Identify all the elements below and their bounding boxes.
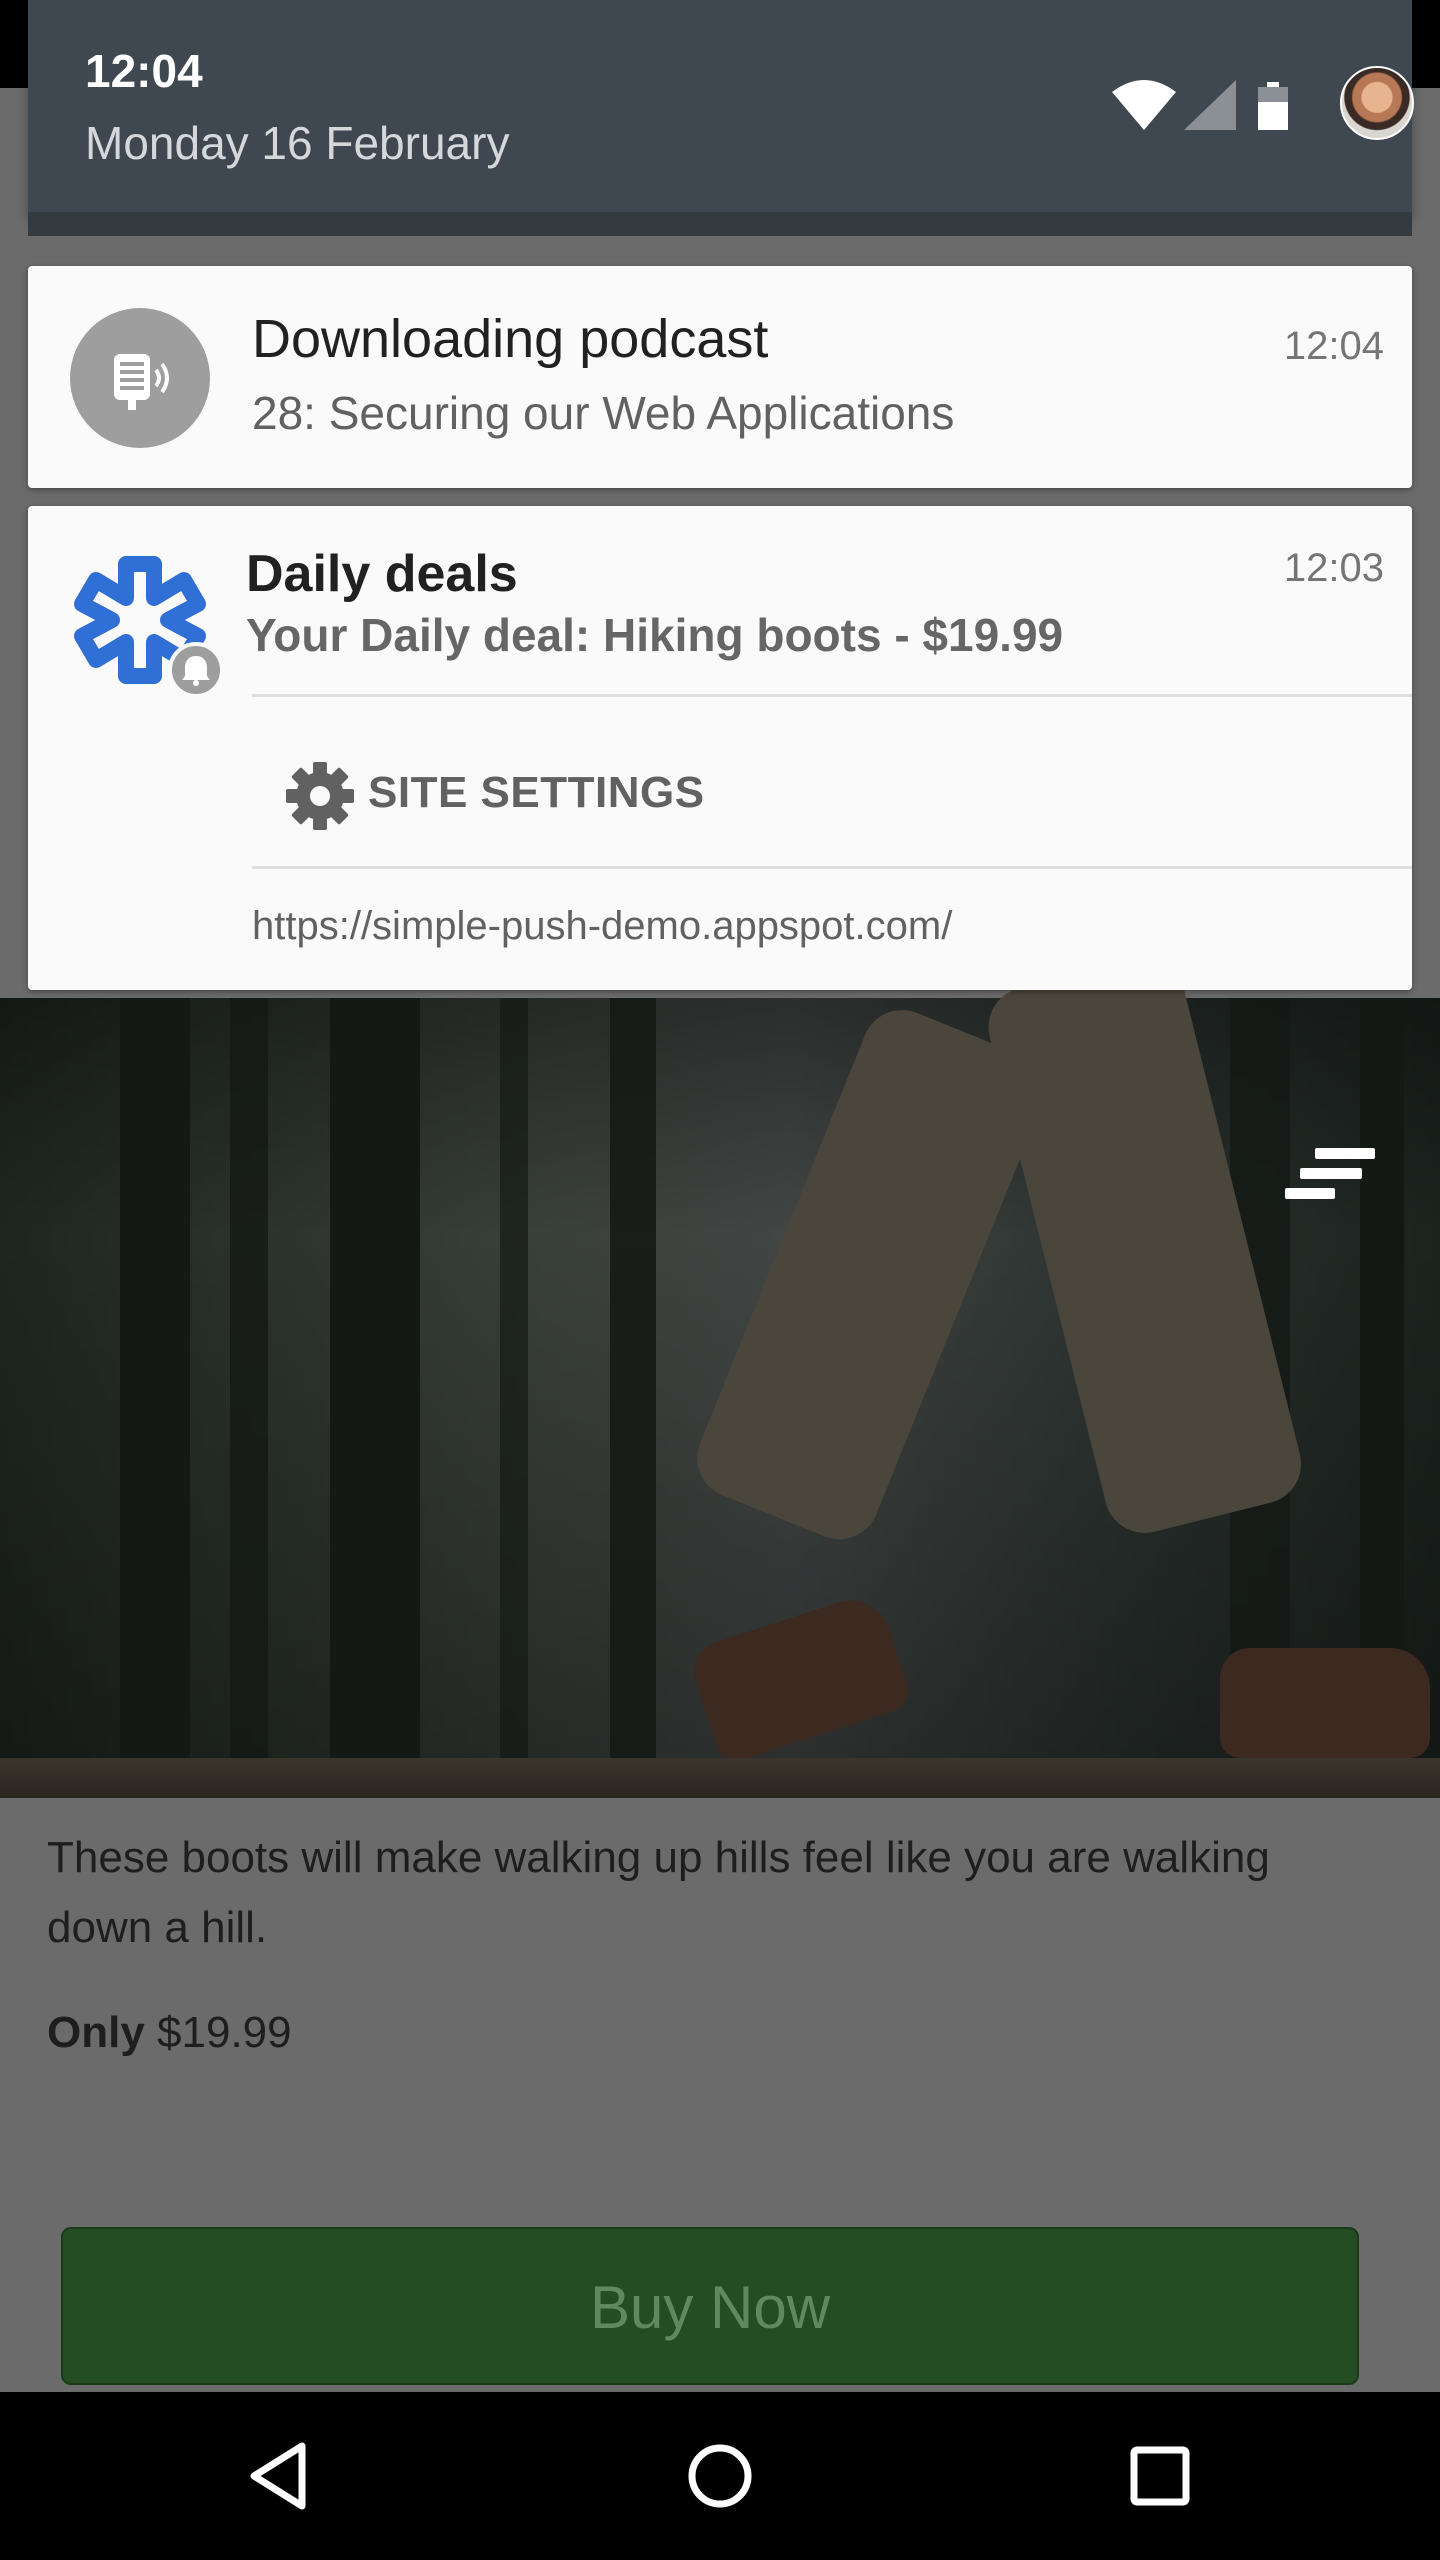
price-value: $19.99 <box>157 2008 292 2057</box>
hero-image-hiking <box>0 949 1440 1798</box>
price-prefix: Only <box>47 2008 145 2057</box>
notification-shade-header: 12:04 Monday 16 February <box>28 0 1414 236</box>
notification-text: Your Daily deal: Hiking boots - $19.99 <box>246 609 1064 661</box>
status-clock: 12:04 <box>85 45 203 97</box>
notification-title: Downloading podcast <box>252 309 769 369</box>
buy-now-button[interactable]: Buy Now <box>61 2227 1359 2385</box>
wifi-icon[interactable] <box>1112 80 1176 130</box>
divider <box>252 694 1412 697</box>
gear-icon <box>286 762 354 830</box>
site-settings-label: SITE SETTINGS <box>368 768 705 817</box>
product-price: Only $19.99 <box>47 2008 292 2058</box>
cell-signal-icon[interactable] <box>1184 80 1236 130</box>
product-description: These boots will make walking up hills f… <box>47 1833 1270 1952</box>
notification-daily-deals[interactable]: Daily deals Your Daily deal: Hiking boot… <box>28 506 1412 990</box>
system-navigation-bar <box>0 2392 1440 2560</box>
battery-icon[interactable] <box>1258 82 1288 130</box>
recents-icon[interactable] <box>1118 2434 1202 2518</box>
podcast-icon <box>70 308 210 448</box>
notification-downloading-podcast[interactable]: Downloading podcast 28: Securing our Web… <box>28 266 1412 488</box>
notification-time: 12:03 <box>1283 546 1384 590</box>
divider <box>252 866 1412 869</box>
home-icon[interactable] <box>678 2434 762 2518</box>
menu-icon[interactable] <box>1285 1148 1375 1208</box>
notification-time: 12:04 <box>1283 324 1384 368</box>
notification-text: 28: Securing our Web Applications <box>252 387 955 439</box>
status-date[interactable]: Monday 16 February <box>85 116 509 170</box>
bell-icon <box>168 642 224 698</box>
site-settings-button[interactable]: SITE SETTINGS <box>252 712 1412 878</box>
user-avatar[interactable] <box>1340 66 1414 140</box>
back-icon[interactable] <box>240 2434 324 2518</box>
notification-title: Daily deals <box>246 545 518 603</box>
notification-origin-url: https://simple-push-demo.appspot.com/ <box>252 904 953 948</box>
